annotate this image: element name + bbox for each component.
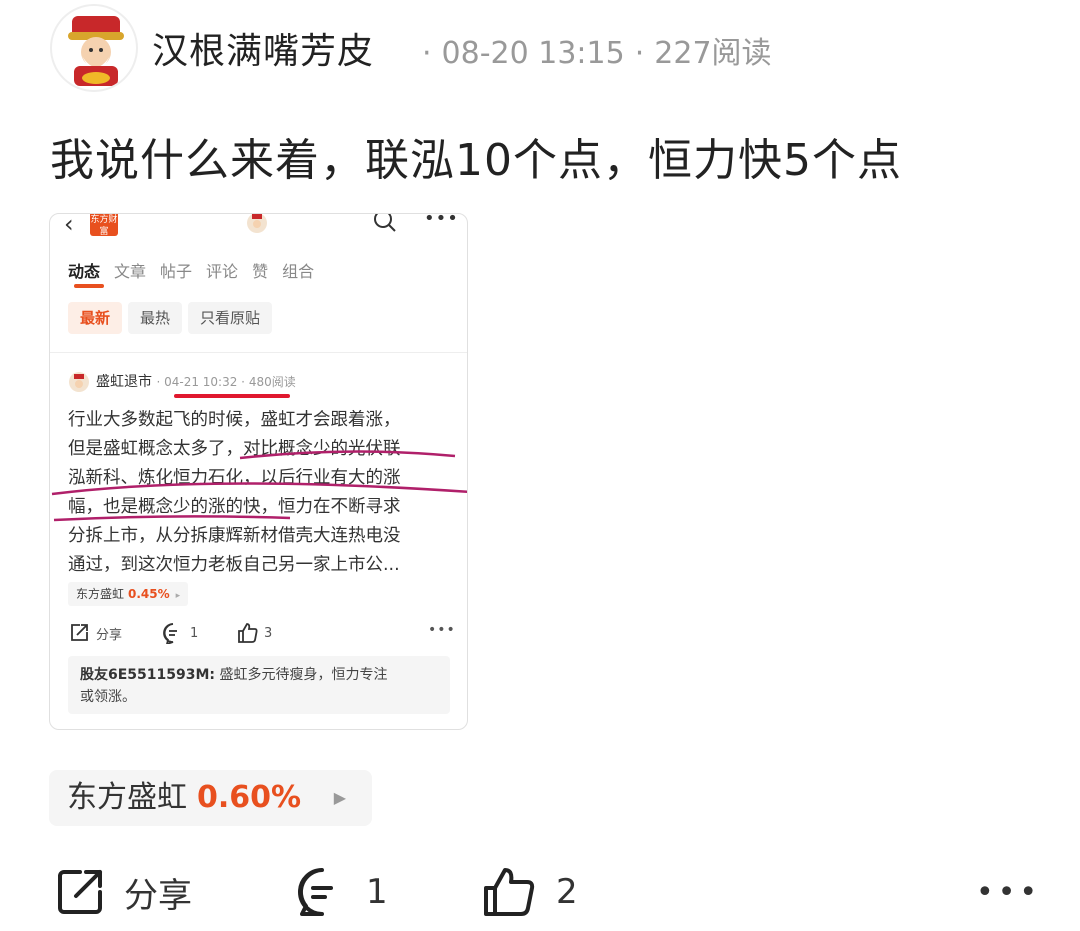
comment-icon xyxy=(298,868,333,916)
post-text: 我说什么来着，联泓10个点，恒力快5个点 xyxy=(50,135,902,186)
tab-comments: 评论 xyxy=(206,262,239,281)
inner-line: 但是盛虹概念太多了，对比概念少的光伏联 xyxy=(68,439,401,459)
play-arrow-icon: ▸ xyxy=(175,591,181,601)
like-button[interactable]: 2 xyxy=(482,862,578,922)
stock-name: 东方盛虹 xyxy=(67,780,187,815)
author-name[interactable]: 汉根满嘴芳皮 xyxy=(152,22,374,74)
inner-line: 行业大多数起飞的时候，盛虹才会跟着涨， xyxy=(68,410,401,430)
thumbs-up-icon xyxy=(238,623,258,643)
inner-stock-name: 东方盛虹 xyxy=(76,587,125,601)
comment-text: 盛虹多元待瘦身，恒力专注 xyxy=(219,667,388,683)
inner-line: 通过，到这次恒力老板自己另一家上市公... xyxy=(68,555,400,575)
tab-portfolio: 组合 xyxy=(282,262,315,281)
filter-latest: 最新 xyxy=(68,302,123,334)
share-label: 分享 xyxy=(124,875,192,916)
post-meta: · 08-20 13:15 · 227阅读 xyxy=(422,36,772,71)
inner-line: 泓新科、炼化恒力石化，以后行业有大的涨 xyxy=(68,468,401,488)
inner-stock-tag: 东方盛虹 0.45% ▸ xyxy=(68,582,189,606)
inner-author: 盛虹退市 xyxy=(96,374,152,390)
filter-chips: 最新 最热 只看原贴 xyxy=(68,302,278,334)
mini-avatar-icon xyxy=(247,214,267,233)
tab-likes: 赞 xyxy=(252,262,269,281)
inner-more-icon: ••• xyxy=(428,622,456,638)
comment-button[interactable]: 1 xyxy=(296,862,388,922)
comment-icon xyxy=(163,623,177,644)
like-count: 2 xyxy=(556,872,578,912)
thumbs-up-icon xyxy=(484,868,535,916)
divider xyxy=(50,352,467,353)
share-button[interactable]: 分享 xyxy=(54,862,192,922)
inner-post-header: 盛虹退市 · 04-21 10:32 · 480阅读 xyxy=(68,371,296,393)
more-options-icon[interactable]: ••• xyxy=(976,862,1041,922)
god-of-wealth-avatar-icon xyxy=(68,16,124,86)
post-date: 08-20 13:15 xyxy=(441,36,625,71)
search-icon xyxy=(374,214,396,232)
embedded-screenshot[interactable]: ‹ 东方财富 ••• 动态 文章 帖子 评论赞组合 最新 最热 只看原贴 盛虹退市 · 0… xyxy=(49,213,468,730)
red-underline-mark xyxy=(174,394,290,398)
tab-dynamic: 动态 xyxy=(68,262,101,281)
filter-original: 只看原贴 xyxy=(188,302,273,334)
inner-comment-preview: 股友6E5511593M: 盛虹多元待瘦身，恒力专注 或领涨。 xyxy=(68,656,450,714)
brand-logo: 东方财富 xyxy=(90,214,118,237)
author-avatar[interactable] xyxy=(50,4,138,92)
share-icon xyxy=(71,624,88,641)
inner-stock-change: 0.45% xyxy=(128,587,170,601)
inner-avatar-icon xyxy=(69,372,89,392)
comment-user: 股友6E5511593M: xyxy=(80,667,216,683)
stock-tag[interactable]: 东方盛虹 0.60% ▶ xyxy=(49,770,372,826)
profile-tabs: 动态 文章 帖子 评论赞组合 xyxy=(68,258,328,282)
tab-posts: 帖子 xyxy=(160,262,193,281)
comment-text-cont: 或领涨。 xyxy=(80,689,136,705)
share-icon xyxy=(58,870,102,914)
inner-share: 分享 xyxy=(68,622,122,644)
filter-hot: 最热 xyxy=(128,302,183,334)
more-icon: ••• xyxy=(424,213,459,229)
play-arrow-icon: ▶ xyxy=(333,788,346,807)
inner-like: 3 xyxy=(236,622,272,644)
inner-comment: 1 xyxy=(162,622,198,644)
inner-post-body: 行业大多数起飞的时候，盛虹才会跟着涨， 但是盛虹概念太多了，对比概念少的光伏联 … xyxy=(68,406,458,580)
inner-reads: 480阅读 xyxy=(248,375,296,389)
back-arrow-icon: ‹ xyxy=(64,213,74,238)
post-reads: 227阅读 xyxy=(654,36,772,71)
active-tab-indicator xyxy=(74,284,104,288)
inner-line: 幅，也是概念少的涨的快，恒力在不断寻求 xyxy=(68,497,401,517)
inner-date: 04-21 10:32 xyxy=(164,375,238,389)
tab-articles: 文章 xyxy=(114,262,147,281)
stock-change: 0.60% xyxy=(197,780,302,815)
inner-line: 分拆上市，从分拆康辉新材借壳大连热电没 xyxy=(68,526,401,546)
comment-count: 1 xyxy=(366,872,388,912)
